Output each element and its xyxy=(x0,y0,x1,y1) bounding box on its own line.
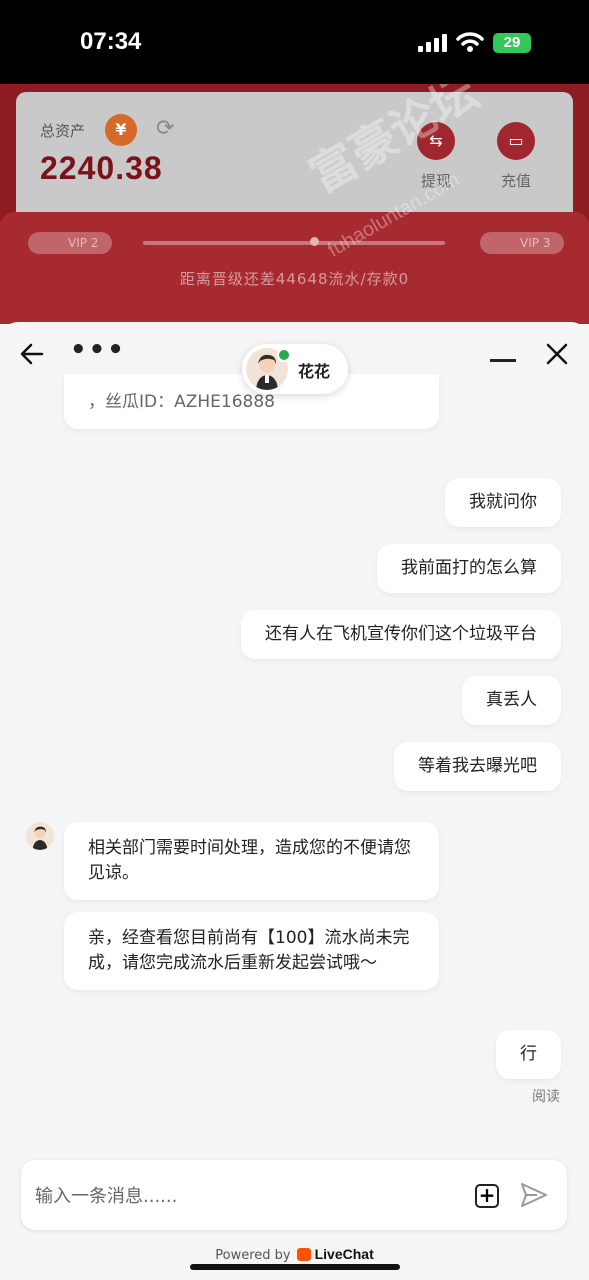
asset-label: 总资产 xyxy=(40,122,86,140)
wallet-icon: ▭ xyxy=(497,122,535,160)
agent-header[interactable]: 花花 xyxy=(242,344,348,394)
agent-message: 相关部门需要时间处理，造成您的不便请您见谅。 xyxy=(64,822,439,900)
user-message: 等着我去曝光吧 xyxy=(394,742,561,791)
deposit-label: 充值 xyxy=(500,172,531,190)
status-time: 07:34 xyxy=(80,28,142,55)
message-input-area[interactable]: 输入一条消息...... + xyxy=(21,1160,567,1230)
background-app: 总资产 ¥ ⟳ 2240.38 ⇆ 提现 ▭ 充值 VIP 2 VIP 3 距离… xyxy=(0,84,589,324)
agent-avatar-small xyxy=(26,822,54,850)
signal-icon xyxy=(418,34,448,52)
agent-name: 花花 xyxy=(298,362,331,381)
close-icon[interactable] xyxy=(545,342,569,366)
vip-current-badge: VIP 2 xyxy=(28,232,113,254)
user-message: 还有人在飞机宣传你们这个垃圾平台 xyxy=(241,610,561,659)
home-indicator xyxy=(190,1264,400,1270)
agent-message: 亲，经查看您目前尚有【100】流水尚未完成，请您完成流水后重新发起尝试哦～ xyxy=(64,912,439,990)
asset-value: 2240.38 xyxy=(40,150,163,186)
vip-progress-dot xyxy=(310,237,319,246)
powered-by-footer: Powered by LiveChat xyxy=(0,1246,589,1263)
message-input[interactable]: 输入一条消息...... xyxy=(35,1182,177,1208)
user-message: 行 xyxy=(496,1030,561,1079)
battery-indicator: 29 xyxy=(493,33,531,53)
vip-progress-bar xyxy=(143,241,445,245)
chat-panel: ••• 花花 ，丝瓜ID：AZHE16888 我就问你 我前面打的怎么算 还有人… xyxy=(0,322,589,1280)
status-bar: 07:34 29 xyxy=(0,0,589,84)
user-message: 我就问你 xyxy=(445,478,561,527)
minimize-icon[interactable] xyxy=(490,359,516,362)
online-status-dot xyxy=(277,348,291,362)
yen-icon: ¥ xyxy=(105,114,137,146)
livechat-brand: LiveChat xyxy=(314,1246,374,1262)
asset-card: 总资产 ¥ ⟳ 2240.38 ⇆ 提现 ▭ 充值 xyxy=(16,92,573,222)
read-status: 阅读 xyxy=(532,1089,560,1105)
attach-plus-icon[interactable]: + xyxy=(475,1184,499,1208)
more-options-icon[interactable]: ••• xyxy=(70,337,126,363)
powered-by-text: Powered by xyxy=(215,1248,291,1263)
vip-panel: VIP 2 VIP 3 距离晋级还差44648流水/存款0 xyxy=(0,212,589,324)
send-icon[interactable] xyxy=(519,1180,549,1210)
user-message: 我前面打的怎么算 xyxy=(377,544,561,593)
vip-next-badge: VIP 3 xyxy=(480,232,565,254)
vip-progress-text: 距离晋级还差44648流水/存款0 xyxy=(179,270,410,288)
user-message: 真丢人 xyxy=(462,676,561,725)
refresh-icon[interactable]: ⟳ xyxy=(156,116,174,141)
livechat-logo-icon xyxy=(296,1248,311,1261)
wifi-icon xyxy=(456,32,484,52)
deposit-button[interactable]: ▭ 充值 xyxy=(486,122,546,191)
back-arrow-icon[interactable] xyxy=(18,340,46,368)
